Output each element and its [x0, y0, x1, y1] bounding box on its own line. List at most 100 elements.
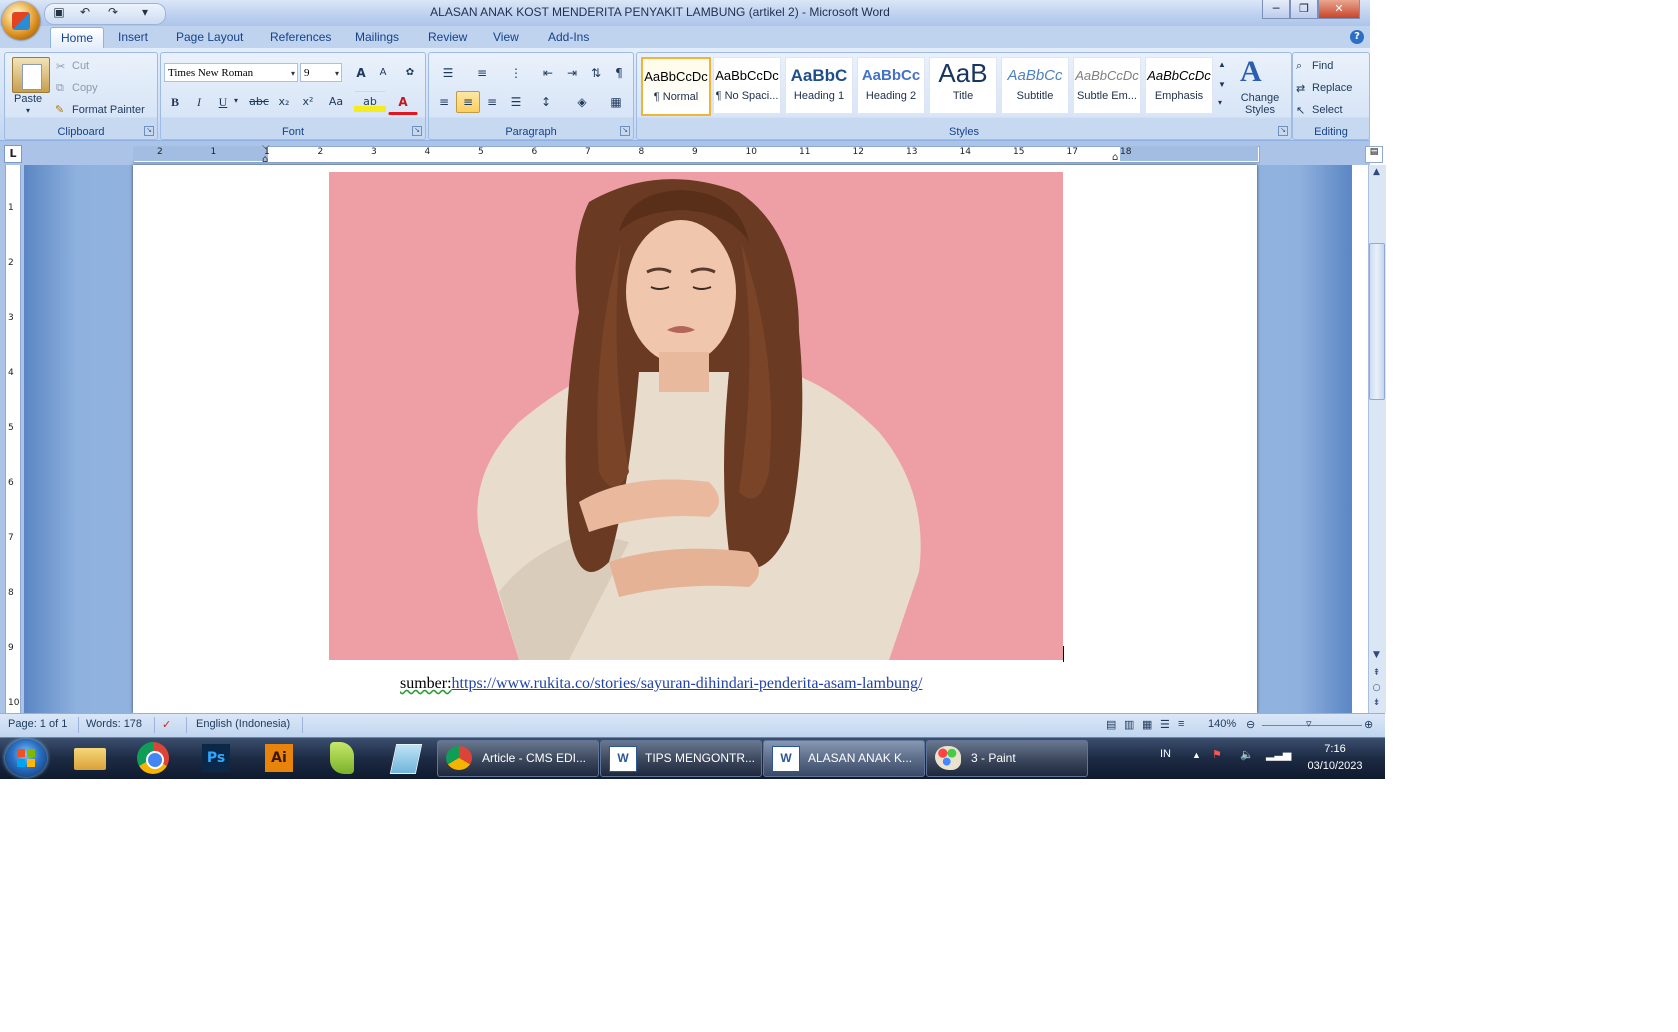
chrome-icon[interactable]	[133, 742, 173, 774]
bold-button[interactable]: B	[164, 91, 186, 113]
align-left-icon[interactable]: ≡	[432, 91, 456, 113]
zoom-in-icon[interactable]: ⊕	[1364, 718, 1373, 731]
task-word-tips[interactable]: W TIPS MENGONTR...	[600, 740, 762, 777]
help-icon[interactable]: ?	[1350, 30, 1364, 44]
justify-icon[interactable]: ☰	[504, 91, 528, 113]
start-button[interactable]	[5, 739, 47, 777]
action-center-icon[interactable]: ⚑	[1212, 748, 1222, 761]
paste-dropdown-icon[interactable]: ▾	[26, 106, 30, 115]
tab-add-ins[interactable]: Add-Ins	[538, 27, 599, 48]
tab-mailings[interactable]: Mailings	[345, 27, 409, 48]
italic-button[interactable]: I	[188, 91, 210, 113]
word-count[interactable]: Words: 178	[86, 718, 142, 730]
sort-icon[interactable]: ⇅	[584, 62, 608, 84]
align-right-icon[interactable]: ≡	[480, 91, 504, 113]
tab-selector-icon[interactable]: L	[4, 145, 22, 163]
scroll-up-icon[interactable]: ▲	[1369, 165, 1384, 180]
volume-icon[interactable]: 🔈	[1240, 748, 1254, 761]
style-emphasis[interactable]: AaBbCcDc Emphasis	[1145, 57, 1213, 114]
style-heading-1[interactable]: AaBbC Heading 1	[785, 57, 853, 114]
select-button[interactable]: Select	[1312, 104, 1343, 116]
dialog-launcher-icon[interactable]: ↘	[620, 126, 630, 136]
font-name-combo[interactable]: Times New Roman ▾	[164, 63, 298, 82]
dialog-launcher-icon[interactable]: ↘	[144, 126, 154, 136]
zoom-slider-thumb[interactable]: ▿	[1306, 717, 1312, 730]
cut-button[interactable]: Cut	[72, 60, 89, 72]
highlight-button[interactable]: ab	[354, 91, 386, 113]
notepad-icon[interactable]	[385, 742, 425, 774]
dialog-launcher-icon[interactable]: ↘	[1278, 126, 1288, 136]
style-subtle-emphasis[interactable]: AaBbCcDc Subtle Em...	[1073, 57, 1141, 114]
strikethrough-button[interactable]: abc	[246, 91, 272, 113]
chevron-down-icon[interactable]: ▾	[335, 64, 339, 83]
document-image[interactable]	[329, 172, 1063, 660]
redo-icon[interactable]: ↷	[104, 4, 122, 21]
save-icon[interactable]: ▣	[50, 4, 68, 21]
numbering-icon[interactable]: ≡	[466, 62, 498, 84]
style-heading-2[interactable]: AaBbCc Heading 2	[857, 57, 925, 114]
clock-date[interactable]: 03/10/2023	[1297, 760, 1373, 772]
scroll-thumb[interactable]	[1369, 243, 1385, 400]
page-count[interactable]: Page: 1 of 1	[8, 718, 67, 730]
gallery-down-icon[interactable]: ▼	[1218, 80, 1226, 89]
source-link[interactable]: https://www.rukita.co/stories/sayuran-di…	[452, 675, 923, 692]
style-subtitle[interactable]: AaBbCc Subtitle	[1001, 57, 1069, 114]
align-center-icon[interactable]: ≡	[456, 91, 480, 113]
change-styles-button[interactable]: Change Styles	[1238, 92, 1282, 116]
clock-time[interactable]: 7:16	[1315, 743, 1355, 755]
subscript-button[interactable]: x₂	[272, 91, 296, 113]
customize-icon[interactable]: ▾	[136, 4, 154, 21]
network-icon[interactable]: ▂▃▅	[1266, 748, 1291, 761]
zoom-level[interactable]: 140%	[1208, 718, 1236, 730]
gallery-more-icon[interactable]: ▾	[1218, 98, 1222, 107]
next-page-icon[interactable]: ⇟	[1369, 696, 1384, 711]
hanging-indent-icon[interactable]: ⌂	[262, 154, 268, 165]
tab-references[interactable]: References	[260, 27, 341, 48]
previous-page-icon[interactable]: ⇞	[1369, 666, 1384, 681]
show-formatting-button[interactable]: ¶	[608, 62, 630, 84]
tab-insert[interactable]: Insert	[108, 27, 158, 48]
grow-font-button[interactable]: A	[350, 62, 372, 84]
superscript-button[interactable]: x²	[296, 91, 320, 113]
line-spacing-icon[interactable]: ↕	[530, 91, 562, 113]
full-screen-reading-icon[interactable]: ▥	[1124, 718, 1134, 731]
multilevel-list-icon[interactable]: ⋮	[500, 62, 532, 84]
tab-view[interactable]: View	[483, 27, 529, 48]
replace-button[interactable]: Replace	[1312, 82, 1352, 94]
font-color-button[interactable]: A	[388, 91, 418, 115]
increase-indent-icon[interactable]: ⇥	[560, 62, 584, 84]
bullets-icon[interactable]: ☰	[432, 62, 464, 84]
web-layout-icon[interactable]: ▦	[1142, 718, 1152, 731]
task-word-alasan[interactable]: W ALASAN ANAK K...	[763, 740, 925, 777]
outline-icon[interactable]: ☰	[1160, 718, 1170, 731]
minimize-button[interactable]: ─	[1262, 0, 1290, 19]
print-layout-icon[interactable]: ▤	[1106, 718, 1116, 731]
task-chrome-article[interactable]: Article - CMS EDI...	[437, 740, 599, 777]
input-language[interactable]: IN	[1160, 748, 1171, 760]
underline-button[interactable]: U	[212, 91, 234, 113]
zoom-slider-track[interactable]	[1262, 725, 1362, 726]
tab-review[interactable]: Review	[418, 27, 477, 48]
find-button[interactable]: Find	[1312, 60, 1333, 72]
tab-page-layout[interactable]: Page Layout	[166, 27, 253, 48]
close-button[interactable]: ✕	[1318, 0, 1360, 19]
chevron-down-icon[interactable]: ▾	[291, 64, 295, 83]
browse-object-icon[interactable]: ○	[1369, 681, 1384, 696]
chevron-down-icon[interactable]: ▾	[234, 96, 238, 105]
view-ruler-icon[interactable]: ▤	[1365, 146, 1383, 163]
undo-icon[interactable]: ↶	[76, 4, 94, 21]
shrink-font-button[interactable]: A	[372, 62, 394, 84]
paste-button[interactable]: Paste	[14, 93, 42, 105]
language-indicator[interactable]: English (Indonesia)	[196, 718, 290, 730]
dialog-launcher-icon[interactable]: ↘	[412, 126, 422, 136]
clear-formatting-icon[interactable]: ✿	[398, 62, 422, 84]
shading-icon[interactable]: ◈	[566, 91, 598, 113]
task-paint[interactable]: 3 - Paint	[926, 740, 1088, 777]
proofing-icon[interactable]: ✓	[162, 718, 171, 731]
right-indent-icon[interactable]: ⌂	[1112, 152, 1118, 163]
first-line-indent-icon[interactable]: ⌵	[262, 141, 270, 152]
scroll-down-icon[interactable]: ▼	[1369, 648, 1384, 663]
tray-expand-icon[interactable]: ▲	[1192, 750, 1201, 760]
photoshop-icon[interactable]: Ps	[196, 742, 236, 774]
illustrator-icon[interactable]: Ai	[259, 742, 299, 774]
